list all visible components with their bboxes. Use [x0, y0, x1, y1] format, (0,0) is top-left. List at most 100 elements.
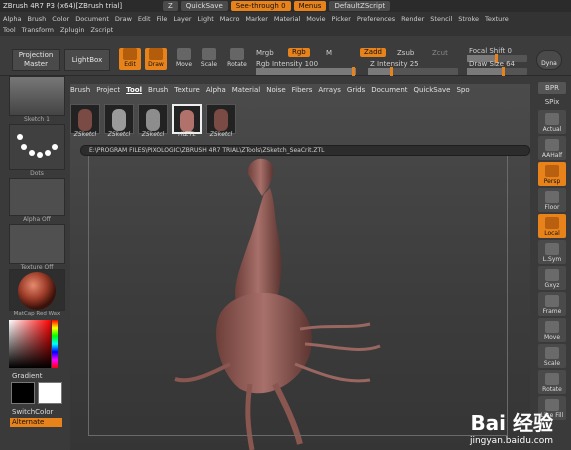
view-button-label: L.Sym [542, 256, 562, 263]
view-button-aahalf[interactable]: AAHalf [538, 136, 566, 160]
color-picker[interactable] [9, 320, 51, 368]
menu-item-row1-12[interactable]: Movie [306, 15, 325, 23]
view-button-floor[interactable]: Floor [538, 188, 566, 212]
tool-thumb-caption: ZSketcl [141, 131, 165, 138]
palette-tab-0[interactable]: Brush [70, 86, 90, 94]
menu-item-row1-2[interactable]: Color [52, 15, 69, 23]
palette-tab-4[interactable]: Texture [174, 86, 200, 94]
z-intensity-slider[interactable] [368, 67, 458, 76]
dots-stroke-icon [17, 134, 58, 158]
alpha-thumbnail[interactable] [9, 178, 65, 216]
zcut-button[interactable]: Zcut [432, 49, 448, 57]
menu-item-row1-4[interactable]: Draw [115, 15, 132, 23]
menu-item-row1-1[interactable]: Brush [27, 15, 46, 23]
menu-item-row1-10[interactable]: Marker [245, 15, 267, 23]
tool-thumb-3[interactable] [172, 104, 202, 134]
menu-item-row1-0[interactable]: Alpha [3, 15, 21, 23]
palette-tab-1[interactable]: Project [96, 86, 120, 94]
menu-item-row1-17[interactable]: Stroke [458, 15, 479, 23]
palette-tab-8[interactable]: Fibers [292, 86, 313, 94]
rgb-intensity-slider[interactable] [256, 67, 356, 76]
stroke-thumbnail[interactable] [9, 124, 65, 170]
menu-item-row1-9[interactable]: Macro [220, 15, 240, 23]
secondary-color-swatch[interactable] [38, 382, 62, 404]
zsub-button[interactable]: Zsub [397, 49, 414, 57]
gradient-label[interactable]: Gradient [12, 372, 42, 380]
seethrough-slider[interactable]: See-through 0 [230, 1, 291, 11]
menu-item-row1-13[interactable]: Picker [332, 15, 351, 23]
menu-item-row1-6[interactable]: File [157, 15, 168, 23]
seethrough-value: 0 [281, 2, 286, 10]
palette-tab-2[interactable]: Tool [126, 86, 142, 94]
rgb-intensity-label: Rgb Intensity 100 [256, 60, 319, 68]
view-button-label: Scale [543, 360, 561, 367]
tool-thumb-image [180, 110, 194, 132]
view-button-rotate[interactable]: Rotate [538, 370, 566, 394]
tool-thumb-1[interactable] [104, 104, 134, 134]
edit-button[interactable]: Edit [119, 48, 141, 70]
menu-item-row1-14[interactable]: Preferences [357, 15, 395, 23]
material-thumbnail[interactable] [9, 269, 65, 311]
current-brush-thumbnail[interactable] [9, 76, 65, 116]
main-color-swatch[interactable] [11, 382, 35, 404]
palette-tab-13[interactable]: Spo [456, 86, 469, 94]
zadd-button[interactable]: Zadd [360, 48, 386, 57]
tool-thumb-2[interactable] [138, 104, 168, 134]
palette-tab-6[interactable]: Material [232, 86, 260, 94]
menu-item-row1-16[interactable]: Stencil [430, 15, 452, 23]
palette-tab-5[interactable]: Alpha [206, 86, 226, 94]
menus-button[interactable]: Menus [293, 1, 327, 11]
palette-tab-10[interactable]: Grids [347, 86, 365, 94]
tool-thumb-image [146, 109, 160, 131]
view-button-local[interactable]: Local [538, 214, 566, 238]
lightbox-button[interactable]: LightBox [64, 49, 110, 71]
palette-tab-12[interactable]: QuickSave [414, 86, 451, 94]
view-button-persp[interactable]: Persp [538, 162, 566, 186]
palette-tab-11[interactable]: Document [371, 86, 407, 94]
view-button-scale[interactable]: Scale [538, 344, 566, 368]
tool-thumb-4[interactable] [206, 104, 236, 134]
move-icon [545, 321, 559, 333]
view-button-move[interactable]: Move [538, 318, 566, 342]
view-button-l-sym[interactable]: L.Sym [538, 240, 566, 264]
rgb-button[interactable]: Rgb [288, 48, 310, 57]
draw-size-slider[interactable] [467, 67, 527, 76]
palette-tab-9[interactable]: Arrays [318, 86, 341, 94]
menu-item-row1-8[interactable]: Light [198, 15, 214, 23]
move-button[interactable]: Move [173, 48, 195, 70]
texture-thumbnail[interactable] [9, 224, 65, 264]
menu-item-row1-3[interactable]: Document [75, 15, 109, 23]
draw-button[interactable]: Draw [145, 48, 167, 70]
dyna-button[interactable]: Dyna [536, 50, 562, 70]
hue-strip[interactable] [52, 320, 58, 368]
menu-item-row2-1[interactable]: Transform [22, 26, 54, 34]
palette-tab-3[interactable]: Brush [148, 86, 168, 94]
menu-item-row2-3[interactable]: Zscript [91, 26, 114, 34]
menu-item-row2-2[interactable]: Zplugin [60, 26, 85, 34]
scale-icon [202, 48, 216, 60]
bpr-button[interactable]: BPR [538, 82, 566, 94]
switchcolor-button[interactable]: SwitchColor [12, 408, 53, 416]
view-button-gxyz[interactable]: Gxyz [538, 266, 566, 290]
rotate-button[interactable]: Rotate [226, 48, 248, 70]
spix-label[interactable]: SPix [538, 98, 566, 106]
m-button[interactable]: M [326, 49, 332, 57]
alternate-button[interactable]: Alternate [10, 418, 62, 427]
rotate-icon [230, 48, 244, 60]
menu-item-row2-0[interactable]: Tool [3, 26, 16, 34]
palette-tab-7[interactable]: Noise [266, 86, 285, 94]
menu-item-row1-18[interactable]: Texture [485, 15, 509, 23]
projection-master-button[interactable]: Projection Master [12, 49, 60, 71]
menu-item-row1-15[interactable]: Render [401, 15, 424, 23]
view-button-frame[interactable]: Frame [538, 292, 566, 316]
quicksave-button[interactable]: QuickSave [180, 1, 228, 11]
tool-thumb-0[interactable] [70, 104, 100, 134]
menu-item-row1-11[interactable]: Material [274, 15, 300, 23]
tool-path-field[interactable]: E:\PROGRAM FILES\PIXOLOGIC\ZBRUSH 4R7 TR… [80, 145, 530, 156]
menu-item-row1-5[interactable]: Edit [138, 15, 151, 23]
default-zscript-button[interactable]: DefaultZScript [329, 1, 391, 11]
mrgb-button[interactable]: Mrgb [256, 49, 274, 57]
scale-button[interactable]: Scale [198, 48, 220, 70]
menu-item-row1-7[interactable]: Layer [173, 15, 191, 23]
view-button-actual[interactable]: Actual [538, 110, 566, 134]
